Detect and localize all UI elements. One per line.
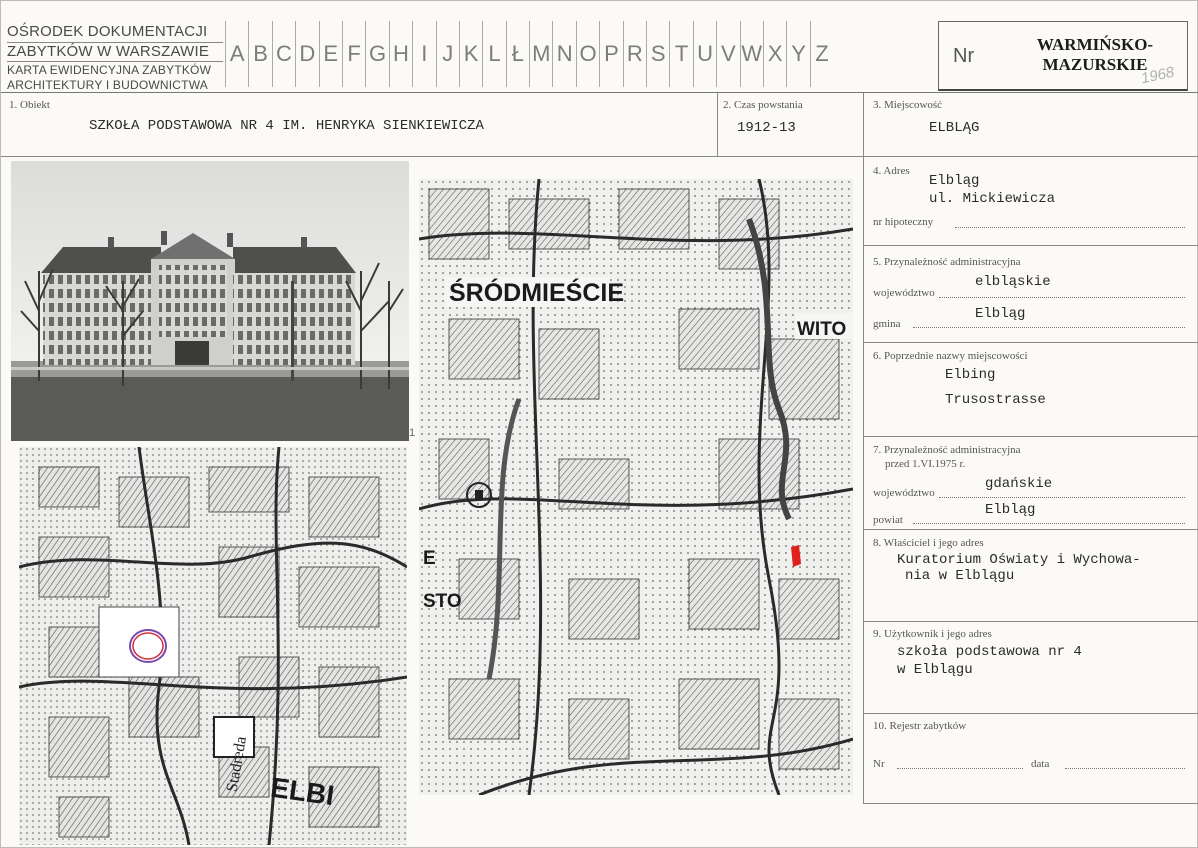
former-name-1: Elbing <box>945 367 996 383</box>
index-letter: A <box>225 21 248 87</box>
owner-label: 8. Właściciel i jego adres <box>873 537 984 549</box>
photo-number-mark: 1 <box>409 427 416 439</box>
register-number-label: Nr <box>873 758 885 770</box>
index-letter: C <box>271 21 295 87</box>
locality-label: 3. Miejscowość <box>873 99 943 111</box>
index-letter: L <box>482 21 505 87</box>
index-letter: K <box>458 21 482 87</box>
admin-affiliation-label: 5. Przynależność administracyjna <box>873 256 1021 268</box>
index-letter: U <box>692 21 716 87</box>
former-voivodeship-value: gdańskie <box>985 476 1053 492</box>
owner-line-2: nia w Elblągu <box>905 568 1015 584</box>
card-header: OŚRODEK DOKUMENTACJI ZABYTKÓW W WARSZAWI… <box>1 1 1198 93</box>
institution-line-4: ARCHITEKTURY I BUDOWNICTWA <box>7 78 208 92</box>
city-map-detail: ŚRÓDMIEŚCIE WITO E STO <box>419 179 853 795</box>
register-date-label: data <box>1031 758 1050 770</box>
index-letter: J <box>435 21 459 87</box>
former-admin-date: przed 1.VI.1975 r. <box>885 458 966 470</box>
address-street: ul. Mickiewicza <box>929 191 1056 207</box>
index-letter: W <box>739 21 763 87</box>
former-admin-label: 7. Przynależność administracyjna <box>873 444 1021 456</box>
inventory-card: OŚRODEK DOKUMENTACJI ZABYTKÓW W WARSZAWI… <box>0 0 1198 848</box>
institution-name: OŚRODEK DOKUMENTACJI ZABYTKÓW W WARSZAWI… <box>7 23 223 93</box>
building-photo <box>11 161 409 441</box>
object-label: 1. Obiekt <box>9 99 50 111</box>
city-map-overview: ELBI Stadreda <box>19 447 407 845</box>
index-letter: Ł <box>505 21 529 87</box>
index-letter: I <box>412 21 435 87</box>
school-building-photo <box>11 161 409 441</box>
former-names-label: 6. Poprzednie nazwy miejscowości <box>873 350 1028 362</box>
index-letter: D <box>295 21 318 87</box>
index-letter: O <box>575 21 599 87</box>
index-letter: P <box>599 21 622 87</box>
user-line-1: szkoła podstawowa nr 4 <box>897 644 1082 660</box>
location-map-small: ELBI Stadreda <box>19 447 407 845</box>
date-built-label: 2. Czas powstania <box>723 99 803 111</box>
index-letter: Z <box>809 21 833 87</box>
user-line-2: w Elblągu <box>897 662 973 678</box>
commune-value: Elbląg <box>975 306 1026 322</box>
institution-line-3: KARTA EWIDENCYJNA ZABYTKÓW <box>7 61 223 78</box>
index-letter: M <box>529 21 552 87</box>
mortgage-number-label: nr hipoteczny <box>873 216 934 228</box>
institution-line-1: OŚRODEK DOKUMENTACJI <box>7 23 223 43</box>
owner-line-1: Kuratorium Oświaty i Wychowa- <box>897 552 1141 568</box>
address-label: 4. Adres <box>873 165 910 177</box>
register-label: 10. Rejestr zabytków <box>873 720 967 732</box>
locality-value: ELBLĄG <box>929 120 980 136</box>
location-map-detail: ŚRÓDMIEŚCIE WITO E STO <box>419 179 853 795</box>
index-letter: Y <box>786 21 809 87</box>
map-district-label-4: STO <box>423 591 462 612</box>
county-label: powiat <box>873 514 903 526</box>
index-letter: F <box>341 21 365 87</box>
institution-line-2: ZABYTKÓW W WARSZAWIE <box>7 43 210 60</box>
map-district-label-2: WITO <box>797 319 846 340</box>
index-letter: N <box>552 21 575 87</box>
index-letter: H <box>388 21 412 87</box>
voivodeship-label: województwo <box>873 287 935 299</box>
date-built-value: 1912-13 <box>737 120 796 136</box>
alphabet-index: ABCDEFGHIJKLŁMNOPRSTUVWXYZ <box>225 21 833 87</box>
index-letter: G <box>365 21 388 87</box>
commune-label: gmina <box>873 318 901 330</box>
map-district-label-3: E <box>423 548 436 569</box>
former-name-2: Trusostrasse <box>945 392 1046 408</box>
county-value: Elbląg <box>985 502 1036 518</box>
index-letter: E <box>318 21 342 87</box>
map-district-label: ŚRÓDMIEŚCIE <box>449 277 624 307</box>
index-letter: B <box>248 21 271 87</box>
former-voivodeship-label: województwo <box>873 487 935 499</box>
object-value: SZKOŁA PODSTAWOWA NR 4 IM. HENRYKA SIENK… <box>89 118 484 134</box>
index-letter: T <box>669 21 692 87</box>
index-letter: X <box>762 21 786 87</box>
voivodeship-value: elbląskie <box>975 274 1051 290</box>
index-letter: R <box>622 21 646 87</box>
index-letter: V <box>716 21 739 87</box>
region-line-1: WARMIŃSKO- <box>1036 35 1154 54</box>
user-label: 9. Użytkownik i jego adres <box>873 628 992 640</box>
index-letter: S <box>646 21 669 87</box>
address-city: Elbląg <box>929 173 980 189</box>
